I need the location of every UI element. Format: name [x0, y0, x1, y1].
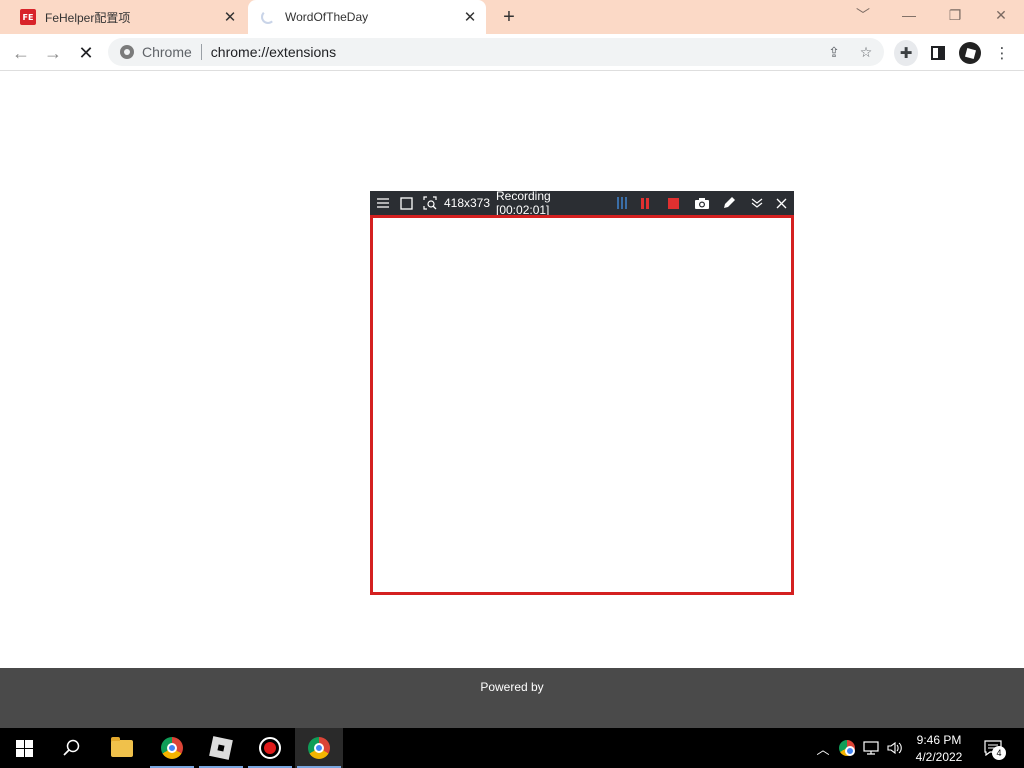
- collapse-icon[interactable]: [749, 191, 765, 215]
- notification-center-icon[interactable]: 4: [980, 736, 1006, 760]
- fehelper-logo-icon: FE: [20, 9, 36, 25]
- show-hidden-icons-icon[interactable]: ︿: [812, 728, 834, 768]
- clock-time: 9:46 PM: [916, 733, 962, 747]
- extensions-puzzle-icon[interactable]: ✚: [894, 40, 918, 66]
- address-separator: [200, 44, 202, 60]
- pen-icon[interactable]: [720, 191, 738, 215]
- notification-count-badge: 4: [992, 746, 1006, 760]
- side-panel-icon[interactable]: [926, 41, 950, 65]
- close-icon[interactable]: [773, 191, 789, 215]
- address-url[interactable]: chrome://extensions: [211, 44, 336, 60]
- tab-wordoftheday[interactable]: WordOfTheDay ✕: [248, 0, 486, 34]
- volume-meter: [614, 191, 630, 215]
- tab-strip: FE FeHelper配置项 ✕ WordOfTheDay ✕ + ﹀ — ❐ …: [0, 0, 1024, 34]
- close-window-icon[interactable]: ✕: [987, 4, 1015, 26]
- search-icon[interactable]: [48, 728, 96, 768]
- share-icon[interactable]: ⇪: [824, 42, 844, 62]
- restore-icon[interactable]: ❐: [941, 4, 969, 26]
- tab-close-icon[interactable]: ✕: [220, 7, 240, 27]
- roblox-icon[interactable]: [197, 728, 245, 768]
- minimize-icon[interactable]: —: [895, 4, 923, 26]
- clock-date: 4/2/2022: [915, 750, 963, 764]
- chrome-page-icon: [120, 45, 134, 59]
- screen-recorder-icon[interactable]: [246, 728, 294, 768]
- address-bar[interactable]: Chrome chrome://extensions ⇪ ☆: [108, 38, 884, 66]
- tab-fehelper[interactable]: FE FeHelper配置项 ✕: [8, 0, 246, 34]
- windows-start-icon[interactable]: [0, 728, 48, 768]
- browser-toolbar: ← → ✕ Chrome chrome://extensions ⇪ ☆ ✚ ⋮: [0, 34, 1024, 71]
- chrome-profile-icon[interactable]: [148, 728, 196, 768]
- stop-loading-button[interactable]: ✕: [73, 40, 99, 66]
- menu-icon[interactable]: [375, 191, 391, 215]
- camera-icon[interactable]: [693, 191, 711, 215]
- menu-kebab-icon[interactable]: ⋮: [990, 41, 1014, 65]
- tab-title: FeHelper配置项: [45, 10, 131, 25]
- volume-icon[interactable]: [884, 728, 906, 768]
- pause-icon[interactable]: [636, 191, 654, 215]
- select-region-icon[interactable]: [398, 191, 414, 215]
- back-button[interactable]: ←: [8, 40, 34, 66]
- recording-status: Recording [00:02:01]: [496, 189, 551, 217]
- bookmark-star-icon[interactable]: ☆: [856, 42, 876, 62]
- recorder-toolbar: 418x373 Recording [00:02:01]: [370, 189, 794, 217]
- system-clock[interactable]: 9:46 PM 4/2/2022: [906, 732, 972, 766]
- page-footer: Powered by: [0, 668, 1024, 728]
- loading-spinner-icon: [260, 9, 276, 25]
- address-scheme-label: Chrome: [142, 44, 192, 60]
- forward-button[interactable]: →: [40, 40, 66, 66]
- profile-avatar[interactable]: [958, 41, 982, 65]
- tab-search-icon[interactable]: ﹀: [849, 4, 877, 26]
- powered-by-text: Powered by: [480, 680, 544, 694]
- windows-taskbar: ︿ 9:46 PM 4/2/2022 4: [0, 728, 1024, 768]
- tab-close-icon[interactable]: ✕: [460, 7, 480, 27]
- tab-title: WordOfTheDay: [285, 10, 369, 24]
- zoom-region-icon[interactable]: [422, 191, 438, 215]
- stop-icon[interactable]: [664, 191, 682, 215]
- chrome-tray-icon[interactable]: [837, 728, 857, 768]
- recording-region-frame[interactable]: [370, 215, 794, 595]
- chrome-icon[interactable]: [295, 728, 343, 768]
- region-dimensions: 418x373: [443, 196, 491, 210]
- new-tab-button[interactable]: +: [498, 6, 520, 28]
- network-icon[interactable]: [860, 728, 882, 768]
- file-explorer-icon[interactable]: [98, 728, 146, 768]
